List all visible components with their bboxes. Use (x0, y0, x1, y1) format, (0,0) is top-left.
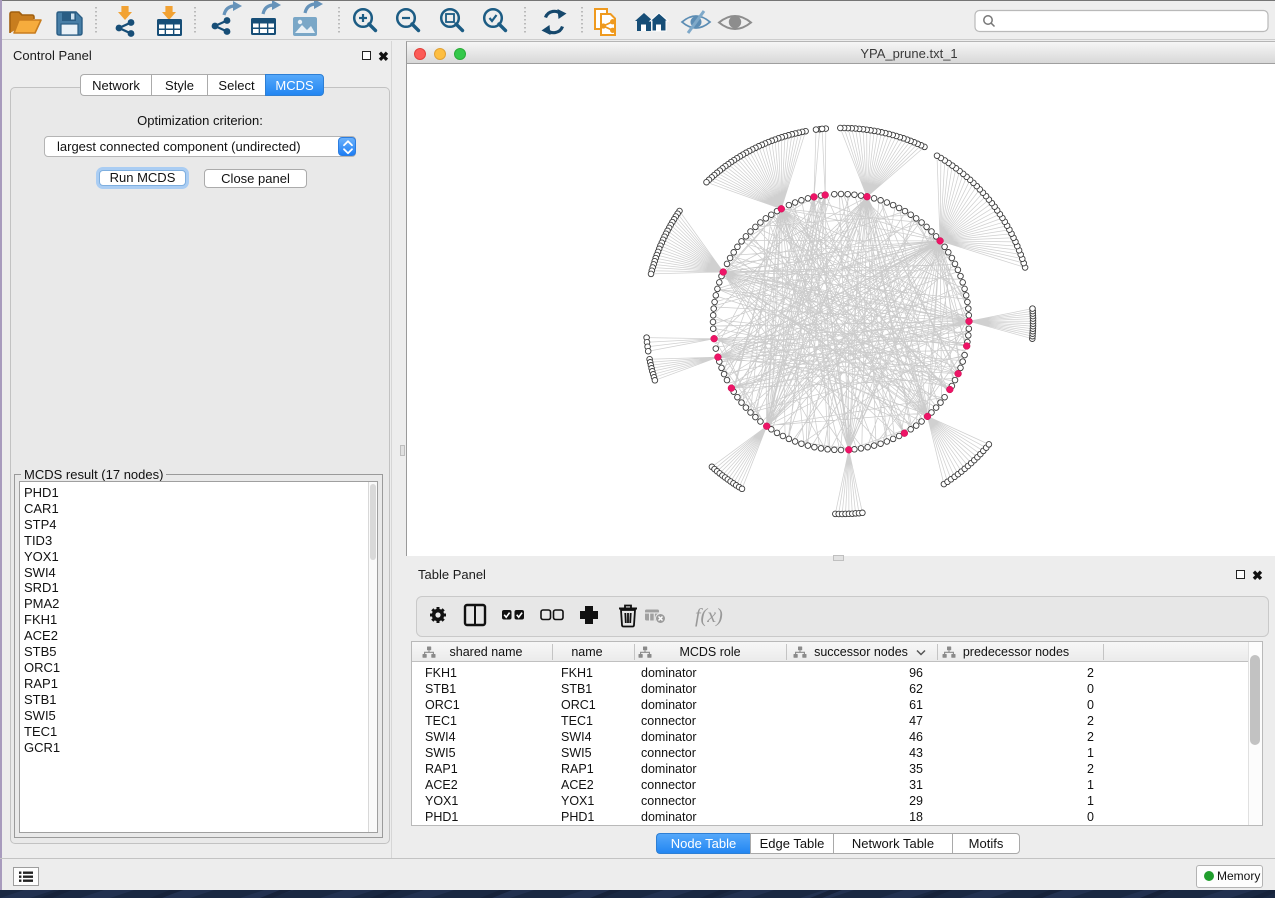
svg-text:f(x): f(x) (695, 605, 723, 627)
